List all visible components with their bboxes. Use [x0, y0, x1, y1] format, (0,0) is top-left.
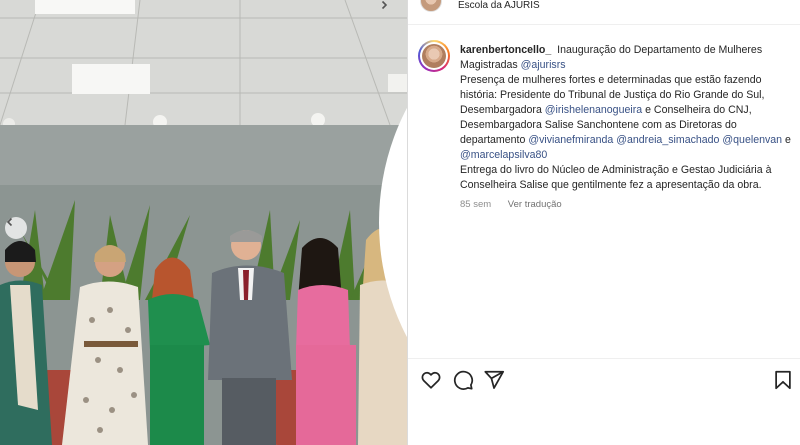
chevron-left-icon — [6, 217, 13, 227]
mention-link-quelenvan[interactable]: @quelenvan — [722, 134, 782, 146]
caption-line-4: Entrega do livro do Núcleo de Administra… — [460, 164, 772, 191]
mention-link-marcelapsilva80[interactable]: @marcelapsilva80 — [460, 149, 547, 161]
header-divider — [408, 24, 800, 25]
send-icon — [484, 370, 505, 389]
chevron-right-icon — [381, 0, 388, 10]
save-button[interactable] — [772, 369, 794, 391]
post-actions — [420, 369, 798, 391]
post-details-panel: Escola da AJURIS karenbertoncello_ Inaug… — [408, 0, 800, 445]
avatar[interactable] — [418, 40, 450, 72]
comment-icon — [453, 370, 474, 390]
mention-link-irishelenanogueira[interactable]: @irishelenanogueira — [545, 104, 642, 116]
actions-divider — [408, 358, 800, 359]
see-translation-link[interactable]: Ver tradução — [508, 199, 562, 210]
username-link[interactable]: karenbertoncello_ — [460, 44, 551, 56]
mention-link-vivianefmiranda[interactable]: @vivianefmiranda — [528, 134, 613, 146]
caption-text: karenbertoncello_ Inauguração do Departa… — [460, 43, 800, 212]
caption-meta: 85 sem Ver tradução — [460, 197, 800, 212]
post-age: 85 sem — [460, 199, 492, 210]
previous-photo-button[interactable] — [5, 217, 27, 239]
bookmark-icon — [775, 370, 791, 390]
mention-link-andreia-simachado[interactable]: @andreia_simachado — [616, 134, 719, 146]
caption-and: e — [782, 134, 791, 146]
location-label[interactable]: Escola da AJURIS — [458, 0, 540, 12]
post-header: Escola da AJURIS — [408, 0, 800, 16]
like-button[interactable] — [420, 369, 442, 391]
comment-button[interactable] — [452, 369, 474, 391]
share-button[interactable] — [483, 369, 505, 391]
post-photo[interactable] — [0, 0, 407, 445]
mention-link-ajurisrs[interactable]: @ajurisrs — [521, 59, 566, 71]
group-photo-image — [0, 0, 407, 445]
header-avatar[interactable] — [420, 0, 442, 12]
heart-icon — [421, 371, 441, 389]
